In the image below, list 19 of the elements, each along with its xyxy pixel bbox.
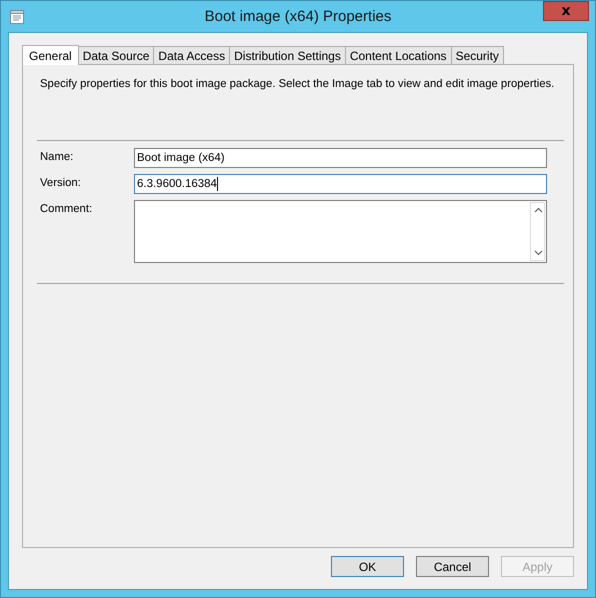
input-field[interactable]: 6.3.9600.16384 xyxy=(134,174,547,194)
tab[interactable]: Data Source xyxy=(78,46,154,64)
tab[interactable]: Distribution Settings xyxy=(229,46,346,64)
scrollbar[interactable] xyxy=(530,202,545,261)
window-title: Boot image (x64) Properties xyxy=(204,8,392,25)
tab[interactable]: General xyxy=(22,45,79,65)
field-label: Comment: xyxy=(39,202,94,215)
tab[interactable]: Security xyxy=(450,46,504,64)
tab[interactable]: Content Locations xyxy=(344,46,452,64)
tab[interactable]: Data Access xyxy=(153,46,230,64)
description-text: Specify properties for this boot image package. Select the Image tab to view and edit image properties. xyxy=(40,78,556,90)
window-icon xyxy=(9,9,25,25)
input-field[interactable]: Boot image (x64) xyxy=(134,148,547,168)
dialog-button[interactable]: OK xyxy=(331,556,404,577)
field-label: Version: xyxy=(39,176,82,189)
close-button[interactable]: x xyxy=(543,1,589,21)
field-label: Name: xyxy=(39,150,74,163)
dialog-button[interactable]: Cancel xyxy=(416,556,489,577)
comment-field[interactable] xyxy=(134,200,547,263)
